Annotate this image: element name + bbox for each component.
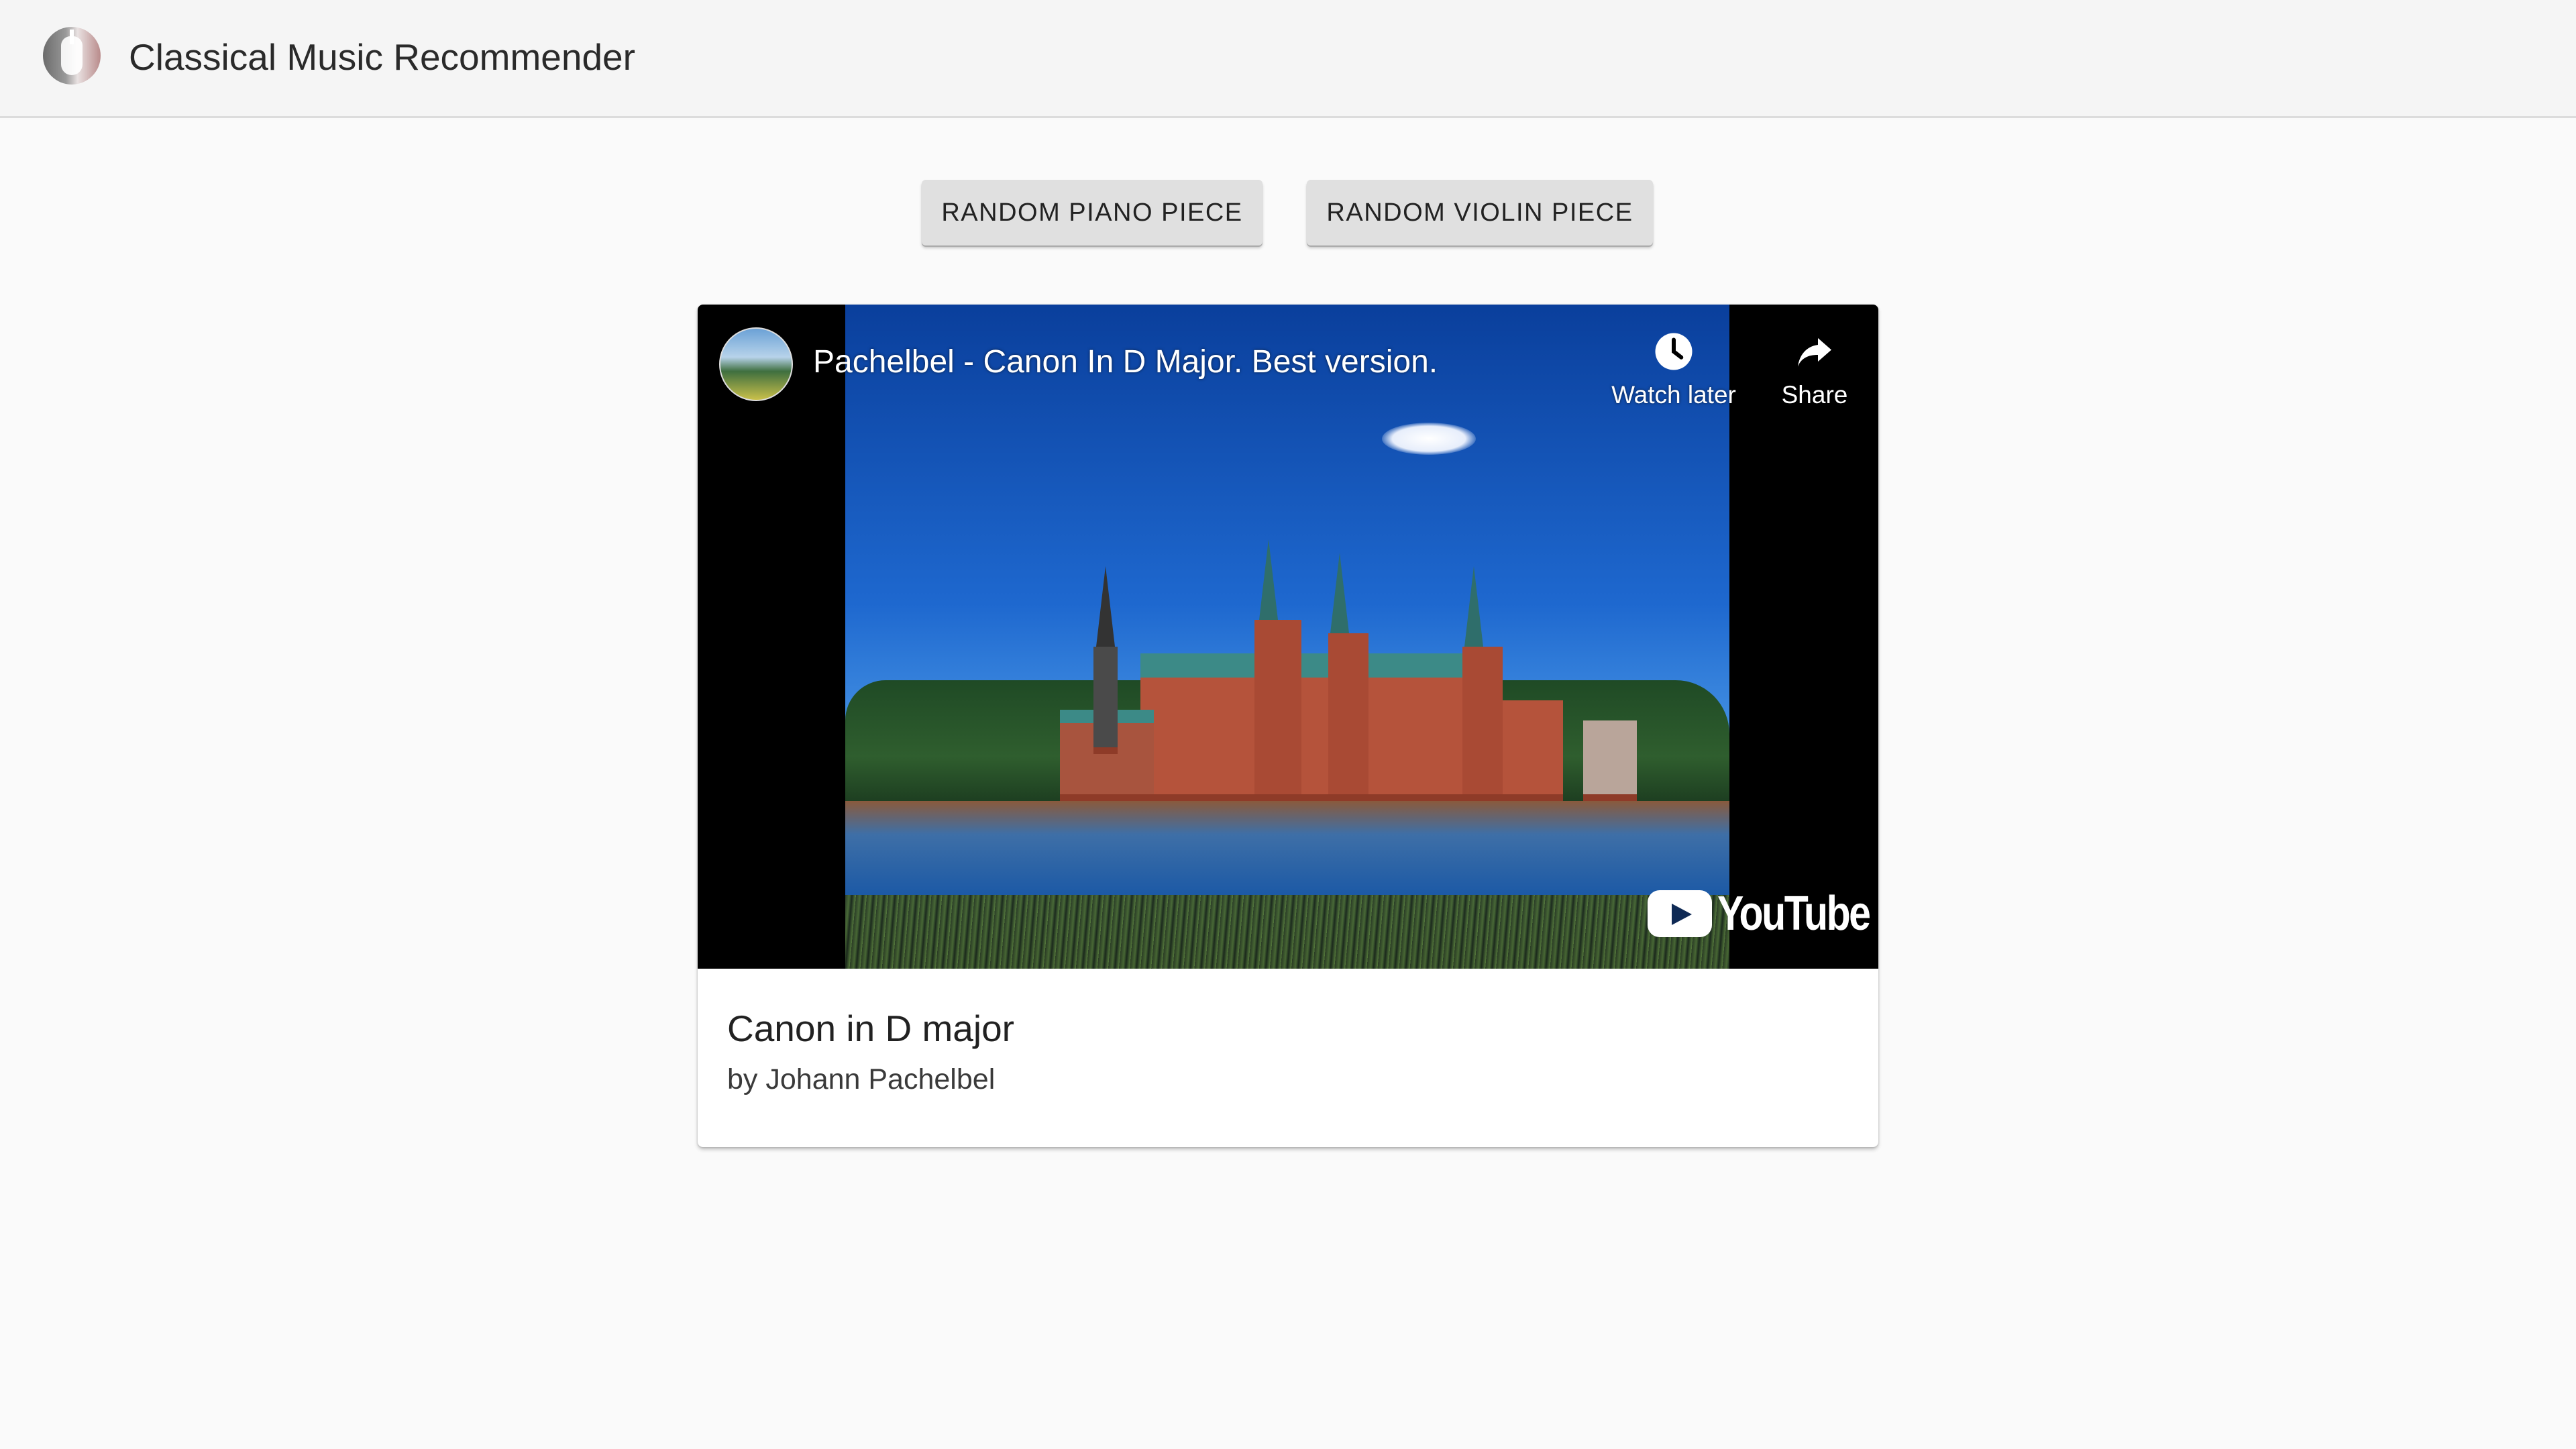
- channel-avatar[interactable]: [719, 327, 793, 401]
- video-player[interactable]: Pachelbel - Canon In D Major. Best versi…: [698, 305, 1878, 969]
- piece-composer: by Johann Pachelbel: [727, 1063, 996, 1095]
- youtube-wordmark: YouTube: [1717, 887, 1871, 941]
- watch-later-button[interactable]: Watch later: [1576, 331, 1771, 409]
- share-label: Share: [1781, 381, 1848, 409]
- piece-card: Pachelbel - Canon In D Major. Best versi…: [698, 305, 1878, 1147]
- video-title[interactable]: Pachelbel - Canon In D Major. Best versi…: [813, 342, 1438, 382]
- youtube-logo[interactable]: YouTube: [1648, 888, 1878, 939]
- violin-logo-icon: [43, 27, 101, 85]
- app-title: Classical Music Recommender: [129, 36, 635, 78]
- youtube-play-icon: [1648, 890, 1712, 937]
- share-button[interactable]: Share: [1751, 331, 1878, 409]
- share-arrow-icon: [1798, 338, 1831, 367]
- piece-title: Canon in D major: [727, 1008, 1014, 1049]
- app-bar: Classical Music Recommender: [0, 0, 2576, 118]
- random-piano-piece-button[interactable]: RANDOM PIANO PIECE: [922, 180, 1263, 246]
- clock-icon: [1655, 333, 1693, 370]
- watch-later-label: Watch later: [1611, 381, 1736, 409]
- random-violin-piece-button[interactable]: RANDOM VIOLIN PIECE: [1307, 180, 1653, 246]
- castle-image: [1006, 539, 1637, 801]
